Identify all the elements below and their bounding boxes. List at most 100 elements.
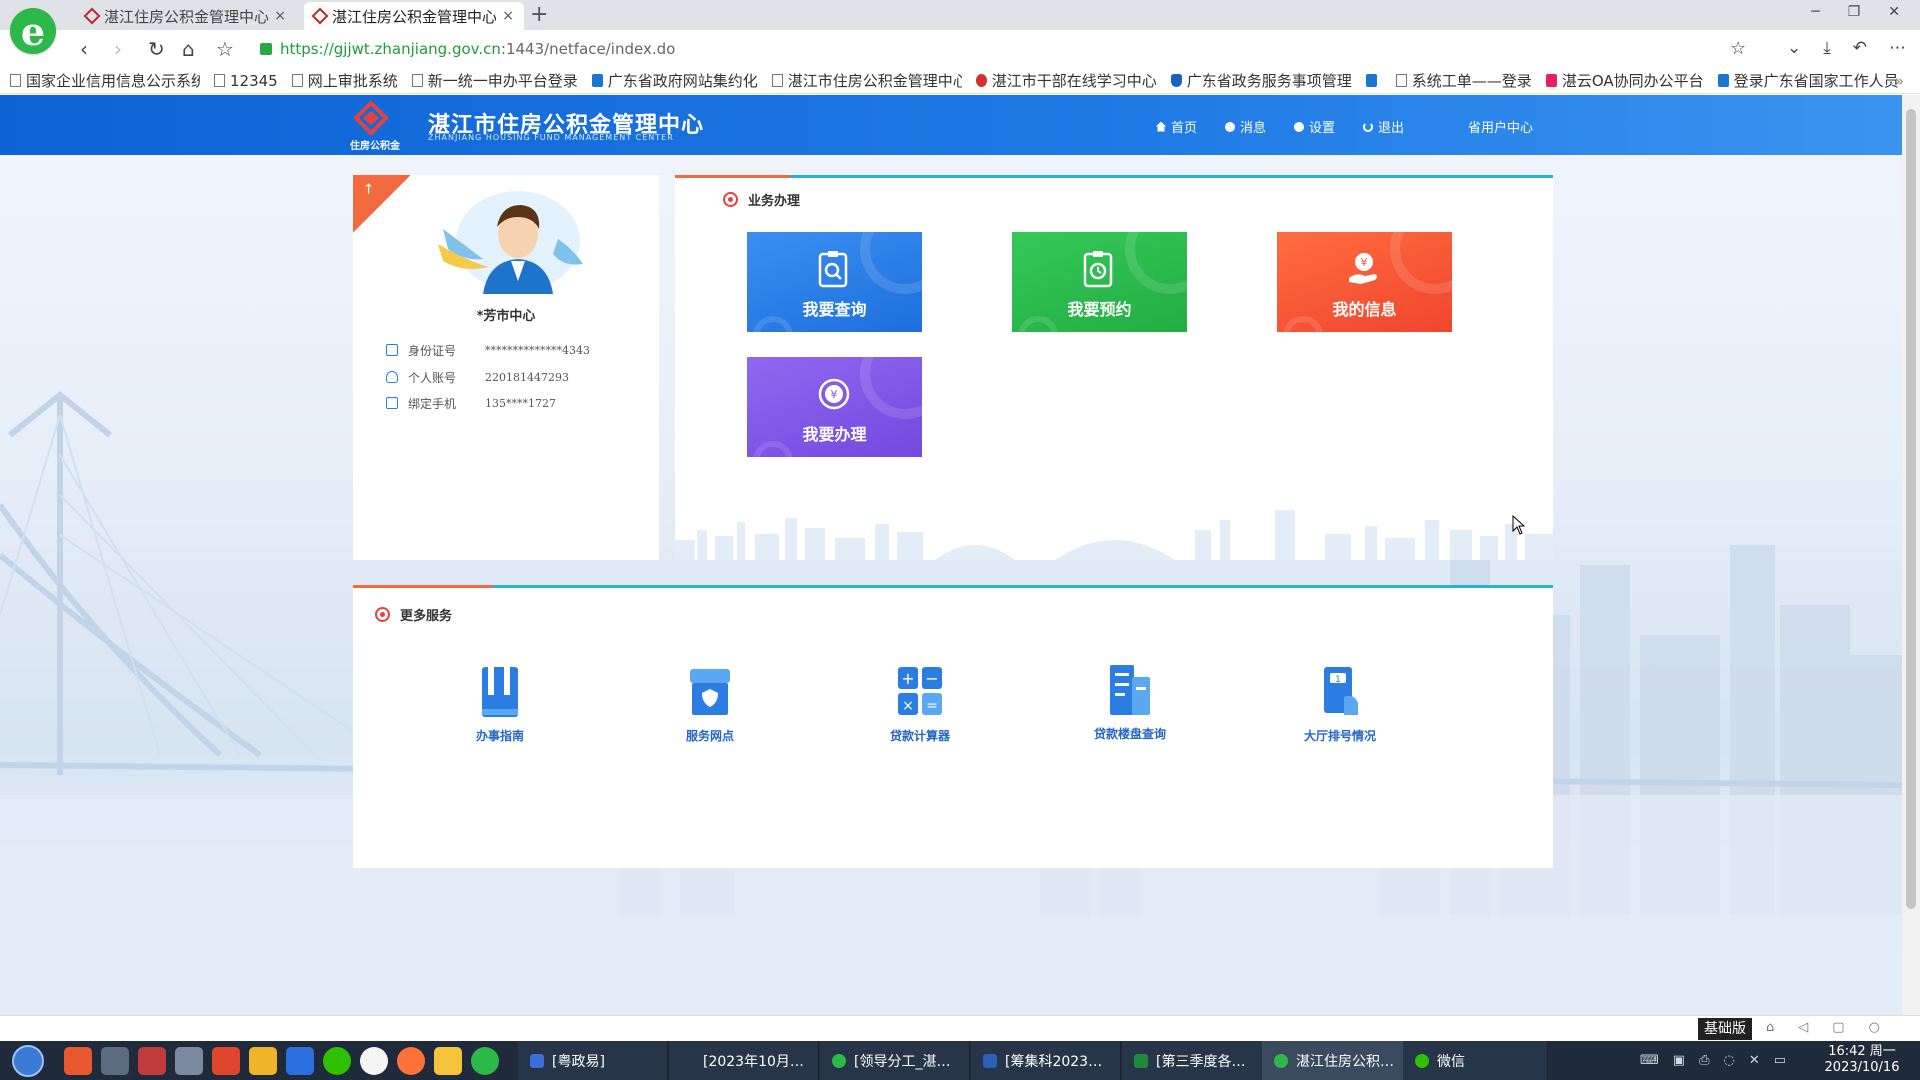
bookmark-item[interactable]: 登录广东省国家工作人员 (1717, 70, 1899, 91)
sound-icon[interactable]: ◁ (1798, 1020, 1808, 1035)
basic-version-badge[interactable]: 基础版 (1698, 1018, 1752, 1040)
bookmark-item[interactable]: 湛云OA协同办公平台 (1545, 70, 1704, 91)
bookmark-item[interactable]: 湛江市干部在线学习中心 (975, 70, 1157, 91)
business-panel: 业务办理 我要查询 我要预约 ¥ 我的信息 ¥ 我要办理 (675, 175, 1553, 560)
disk-app-icon[interactable] (101, 1047, 129, 1075)
minimize-icon[interactable]: ─ (1811, 4, 1819, 20)
nav-settings-label: 设置 (1309, 121, 1336, 136)
task-item-4[interactable]: [筹集科2023… (971, 1041, 1121, 1080)
network-icon[interactable]: ▭ (1774, 1053, 1786, 1068)
service-outlets[interactable]: 服务网点 (645, 663, 775, 744)
task-app-icon (1134, 1053, 1148, 1068)
wechat-tray-icon[interactable]: ◌ (1723, 1053, 1734, 1068)
task-item-3[interactable]: [领导分工_湛… (820, 1041, 970, 1080)
tray-app-icon[interactable]: ▣ (1673, 1053, 1685, 1068)
keyboard-icon[interactable]: ⌨ (1640, 1053, 1659, 1068)
bookmark-page-icon (10, 74, 21, 87)
bookmark-label: 广东省政府网站集约化 (607, 72, 758, 90)
bookmark-label: 系统工单——登录 (1411, 72, 1532, 90)
plane-app-icon[interactable] (175, 1047, 203, 1075)
browser-tab-2[interactable]: 湛江住房公积金管理中心 × (304, 2, 524, 30)
bookmarks-more-icon[interactable]: » (1895, 72, 1904, 90)
expand-icon: ↗ (359, 179, 379, 199)
page-scrollbar[interactable] (1902, 95, 1920, 1015)
user-center-link[interactable]: 省用户中心 (1468, 117, 1533, 136)
mail-app-icon[interactable] (64, 1047, 92, 1075)
info-value: **************4343 (485, 343, 590, 357)
new-tab-button[interactable]: + (530, 2, 548, 27)
bookmark-item[interactable]: 新一统一申办平台登录 (411, 70, 578, 91)
bookmark-item[interactable]: 广东省政务服务事项管理 (1170, 70, 1352, 91)
service-guide[interactable]: 办事指南 (435, 663, 565, 744)
bookmark-item[interactable] (1365, 74, 1382, 87)
appointment-tile[interactable]: 我要预约 (1012, 232, 1187, 332)
task-app-icon (983, 1053, 997, 1068)
service-loan-calculator[interactable]: + − × = 贷款计算器 (855, 663, 985, 744)
favorite-star-icon[interactable]: ☆ (1730, 38, 1746, 59)
home-icon[interactable]: ⌂ (182, 37, 195, 61)
reload-icon[interactable]: ↻ (148, 37, 165, 61)
wechat-app-icon[interactable] (323, 1047, 351, 1075)
nav-logout[interactable]: 退出 (1363, 117, 1404, 136)
bookmark-shield-icon (1170, 74, 1182, 87)
printer-icon[interactable]: ⎙ (1699, 1053, 1709, 1068)
undo-icon[interactable]: ↶ (1853, 38, 1867, 58)
task-item-6[interactable]: 湛江住房公积… (1262, 1041, 1412, 1080)
restore-icon[interactable]: ❐ (1848, 4, 1861, 20)
home-status-icon[interactable]: ⌂ (1766, 1020, 1774, 1035)
task-item-1[interactable]: [粤政易] (518, 1041, 668, 1080)
download-icon[interactable]: ⤓ (1823, 38, 1831, 58)
sogou-app-icon[interactable] (212, 1047, 240, 1075)
url-input[interactable]: https://gjjwt.zhanjiang.gov.cn :1443/net… (260, 34, 1750, 64)
task-label: 湛江住房公积… (1296, 1053, 1394, 1070)
site-subtitle: ZHANJIANG HOUSING FUND MANAGEMENT CENTER (428, 133, 674, 142)
window-icon[interactable]: ▢ (1832, 1020, 1844, 1035)
task-item-7[interactable]: 微信 (1403, 1041, 1548, 1080)
bookmark-item[interactable]: 湛江市住房公积金管理中心 (771, 70, 962, 91)
page-viewport: 住房公积金 湛江市住房公积金管理中心 ZHANJIANG HOUSING FUN… (0, 95, 1902, 1015)
bookmark-item[interactable]: 系统工单——登录 (1395, 70, 1532, 91)
task-app-icon (681, 1053, 695, 1068)
handle-tile[interactable]: ¥ 我要办理 (747, 357, 922, 457)
bookmark-item[interactable]: 国家企业信用信息公示系统 (10, 70, 200, 91)
start-button[interactable] (12, 1045, 44, 1077)
browser-logo-icon[interactable]: e (10, 8, 56, 54)
clock[interactable]: 16:42 周一 2023/10/16 (1812, 1044, 1912, 1076)
logo-caption: 住房公积金 (350, 141, 400, 152)
close-window-icon[interactable]: ✕ (1888, 4, 1900, 20)
info-label: 绑定手机 (408, 396, 457, 411)
printer-app-icon[interactable] (138, 1047, 166, 1075)
forward-icon[interactable]: › (114, 37, 122, 61)
back-icon[interactable]: ‹ (80, 37, 88, 61)
nav-messages[interactable]: 消息 (1225, 117, 1266, 136)
menu-icon[interactable]: ⋯ (1889, 38, 1906, 58)
folder-app-icon[interactable] (434, 1047, 462, 1075)
corner-ribbon[interactable]: ↗ (353, 175, 411, 233)
firefox-app-icon[interactable] (397, 1047, 425, 1075)
qq-app-icon[interactable] (360, 1047, 388, 1075)
mute-icon[interactable]: ✕ (1749, 1053, 1760, 1068)
dropdown-icon[interactable]: ⌄ (1787, 38, 1801, 58)
task-item-5[interactable]: [第三季度各… (1122, 1041, 1272, 1080)
close-icon[interactable]: × (502, 8, 514, 24)
bookmark-item[interactable]: 12345 (214, 72, 278, 90)
bookmark-item[interactable]: 广东省政府网站集约化 (591, 70, 758, 91)
bookmark-item[interactable]: 网上审批系统 (291, 70, 398, 91)
my-info-tile[interactable]: ¥ 我的信息 (1277, 232, 1452, 332)
nav-settings[interactable]: 设置 (1294, 117, 1335, 136)
grid-app-icon[interactable] (286, 1047, 314, 1075)
seal-app-icon[interactable] (249, 1047, 277, 1075)
close-icon[interactable]: × (274, 8, 286, 24)
browser-tab-1[interactable]: 湛江住房公积金管理中心 × (76, 2, 296, 30)
task-item-2[interactable]: [2023年10月… (669, 1041, 819, 1080)
service-hall-queue[interactable]: 1 大厅排号情况 (1275, 663, 1405, 744)
clock-date: 2023/10/16 (1824, 1060, 1900, 1075)
more-services-panel: 更多服务 办事指南 服务网点 + − × = 贷款计算器 贷款楼盘查询 1 大厅… (353, 585, 1553, 868)
service-property-query[interactable]: 贷款楼盘查询 (1065, 661, 1195, 742)
browser-app-icon[interactable] (471, 1047, 499, 1075)
scroll-thumb[interactable] (1906, 109, 1916, 909)
nav-home[interactable]: 首页 (1156, 117, 1197, 136)
bookmark-star-icon[interactable]: ☆ (216, 37, 234, 61)
zoom-icon[interactable]: ○ (1869, 1020, 1880, 1035)
query-tile[interactable]: 我要查询 (747, 232, 922, 332)
